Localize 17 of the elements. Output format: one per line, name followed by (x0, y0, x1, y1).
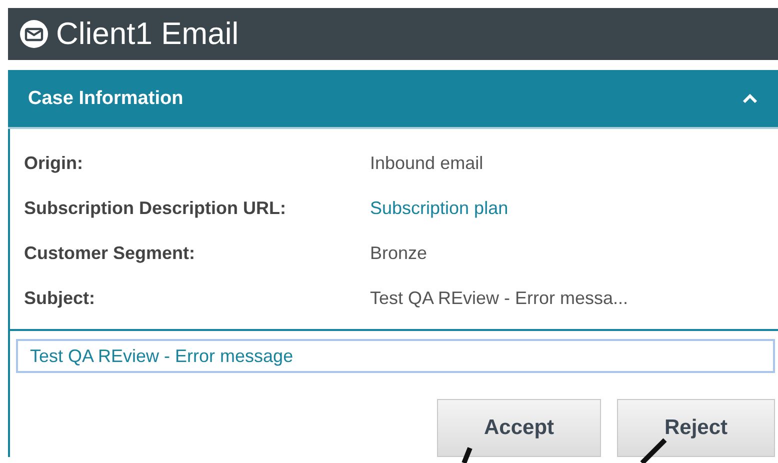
field-label: Origin: (24, 153, 83, 174)
leader-line (640, 438, 667, 463)
section-header[interactable]: Case Information (8, 70, 778, 129)
field-label: Subject: (24, 288, 96, 309)
field-label: Customer Segment: (24, 243, 196, 264)
envelope-icon (20, 20, 48, 48)
chevron-up-icon[interactable] (742, 94, 758, 104)
field-label: Subscription Description URL: (24, 198, 286, 219)
accept-button[interactable]: Accept (437, 399, 601, 457)
field-value: Test QA REview - Error messa... (370, 288, 628, 309)
field-link[interactable]: Subscription plan (370, 198, 508, 219)
window-title: Client1 Email (56, 16, 239, 52)
field-value: Bronze (370, 243, 428, 264)
reject-button[interactable]: Reject (617, 399, 775, 457)
leader-line (462, 447, 472, 463)
subject-input-field[interactable]: Test QA REview - Error message (16, 339, 775, 373)
field-value: Inbound email (370, 153, 484, 174)
